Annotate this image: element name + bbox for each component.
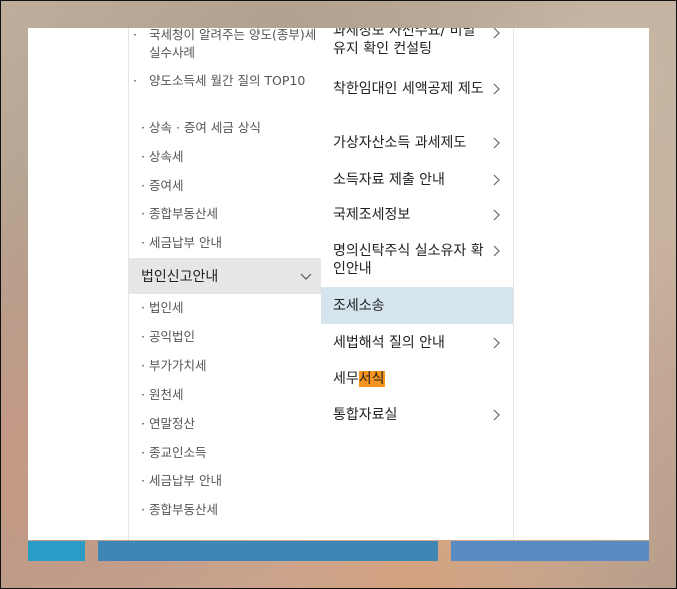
submenu-item-gift-tax[interactable]: · 증여세 — [141, 177, 311, 195]
bullet-icon: · — [141, 329, 145, 344]
chevron-right-icon — [493, 245, 500, 257]
tax-forms-prefix: 세무 — [333, 371, 359, 387]
bullet-icon: · — [141, 149, 145, 164]
menu-item-tax-litigation[interactable]: 조세소송 — [321, 287, 513, 324]
submenu-item-yangdo-mistakes[interactable]: · 국세청이 알려주는 양도(종부)세 실수사례 — [133, 28, 319, 62]
menu-item-good-landlord[interactable]: 착한임대인 세액공제 제도 — [321, 80, 513, 120]
section-corporate-filing[interactable]: 법인신고안내 — [129, 258, 321, 294]
submenu-item-public-corp[interactable]: · 공익법인 — [141, 328, 311, 346]
submenu-item-year-end[interactable]: · 연말정산 — [141, 415, 311, 433]
menu-item-tax-forms[interactable]: 세무서식 — [321, 370, 513, 394]
bullet-icon: · — [141, 445, 145, 460]
bullet-icon: · — [141, 387, 145, 402]
submenu-item-property-tax-2[interactable]: · 종합부동산세 — [141, 501, 311, 519]
mega-menu-panel: · 국세청이 알려주는 양도(종부)세 실수사례 · 양도소득세 월간 질의 TOP… — [28, 28, 649, 540]
menu-item-nominee-stock[interactable]: 명의신탁주식 실소유자 확인안내 — [321, 242, 513, 282]
menu-item-intl-tax[interactable]: 국제조세정보 — [321, 206, 513, 230]
chevron-right-icon — [493, 83, 500, 95]
submenu-item-vat[interactable]: · 부가가치세 — [141, 357, 311, 375]
chevron-down-icon — [300, 273, 312, 280]
submenu-item-inheritance-tips[interactable]: · 상속 · 증여 세금 상식 — [141, 119, 311, 137]
bullet-icon: · — [141, 206, 145, 221]
chevron-right-icon — [493, 174, 500, 186]
bottom-banner-right[interactable] — [451, 541, 649, 561]
bottom-banner-middle[interactable] — [98, 541, 438, 561]
submenu-item-religious-income[interactable]: · 종교인소득 — [141, 444, 311, 462]
bullet-icon: · — [141, 473, 145, 488]
submenu-item-property-tax[interactable]: · 종합부동산세 — [141, 205, 311, 223]
submenu-item-tax-payment[interactable]: · 세금납부 안내 — [141, 234, 311, 252]
menu-item-income-data[interactable]: 소득자료 제출 안내 — [321, 171, 513, 195]
chevron-right-icon — [493, 28, 500, 39]
menu-item-tax-interpretation[interactable]: 세법해석 질의 안내 — [321, 334, 513, 358]
chevron-right-icon — [493, 137, 500, 149]
bullet-icon: · — [141, 178, 145, 193]
menu-item-crypto-tax[interactable]: 가상자산소득 과세제도 — [321, 134, 513, 158]
left-menu-column: · 국세청이 알려주는 양도(종부)세 실수사례 · 양도소득세 월간 질의 TOP… — [128, 28, 322, 540]
bullet-icon: · — [141, 300, 145, 315]
menu-item-tax-info-consulting[interactable]: 과세정보 사전수요/ 비밀유지 확인 컨설팅 — [321, 28, 513, 66]
submenu-item-tax-payment-2[interactable]: · 세금납부 안내 — [141, 472, 311, 490]
right-menu-column: 과세정보 사전수요/ 비밀유지 확인 컨설팅 착한임대인 세액공제 제도 가상자… — [321, 28, 514, 540]
chevron-right-icon — [493, 209, 500, 221]
search-highlight: 서식 — [358, 371, 385, 387]
submenu-item-withholding[interactable]: · 원천세 — [141, 386, 311, 404]
bullet-icon: · — [141, 120, 145, 135]
bullet-icon: · — [141, 416, 145, 431]
bullet-icon: · — [133, 28, 137, 42]
bottom-banner-left[interactable] — [28, 541, 85, 561]
submenu-item-corporate-tax[interactable]: · 법인세 — [141, 299, 311, 317]
bullet-icon: · — [141, 235, 145, 250]
menu-item-data-room[interactable]: 통합자료실 — [321, 406, 513, 430]
section-title: 법인신고안내 — [141, 269, 219, 285]
submenu-item-yangdo-top10[interactable]: · 양도소득세 월간 질의 TOP10 — [133, 72, 319, 90]
submenu-item-inheritance-tax[interactable]: · 상속세 — [141, 148, 311, 166]
panel-left-blank — [28, 28, 128, 540]
chevron-right-icon — [493, 337, 500, 349]
bullet-icon: · — [141, 358, 145, 373]
bullet-icon: · — [133, 73, 137, 88]
chevron-right-icon — [493, 409, 500, 421]
bullet-icon: · — [141, 502, 145, 517]
